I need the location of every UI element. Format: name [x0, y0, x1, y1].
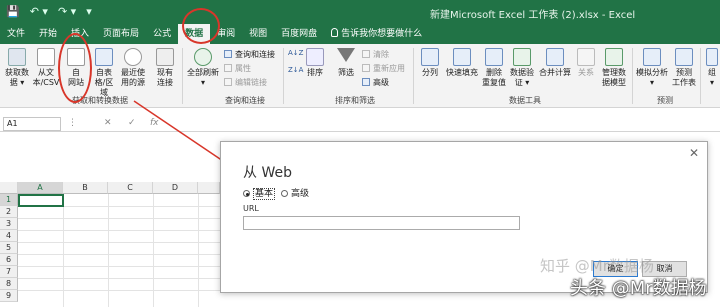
radio-basic[interactable]: 基本 [243, 186, 276, 200]
url-input[interactable] [243, 216, 520, 230]
watermark-zhihu: 知乎 @Mr数据杨 [540, 257, 654, 275]
radio-selected-icon [243, 190, 250, 197]
url-label: URL [243, 204, 259, 213]
radio-advanced-label: 高级 [291, 189, 310, 199]
radio-advanced[interactable]: 高级 [281, 186, 309, 199]
close-icon[interactable]: ✕ [689, 146, 699, 160]
dialog-title: 从 Web [243, 165, 292, 181]
radio-basic-label: 基本 [253, 188, 276, 200]
excel-window: 💾 ↶ ▾ ↷ ▾ ▾ 新建Microsoft Excel 工作表 (2).xl… [0, 0, 720, 307]
watermark-toutiao: 头条 @Mr数据杨 [570, 278, 707, 299]
radio-unselected-icon [281, 190, 288, 197]
